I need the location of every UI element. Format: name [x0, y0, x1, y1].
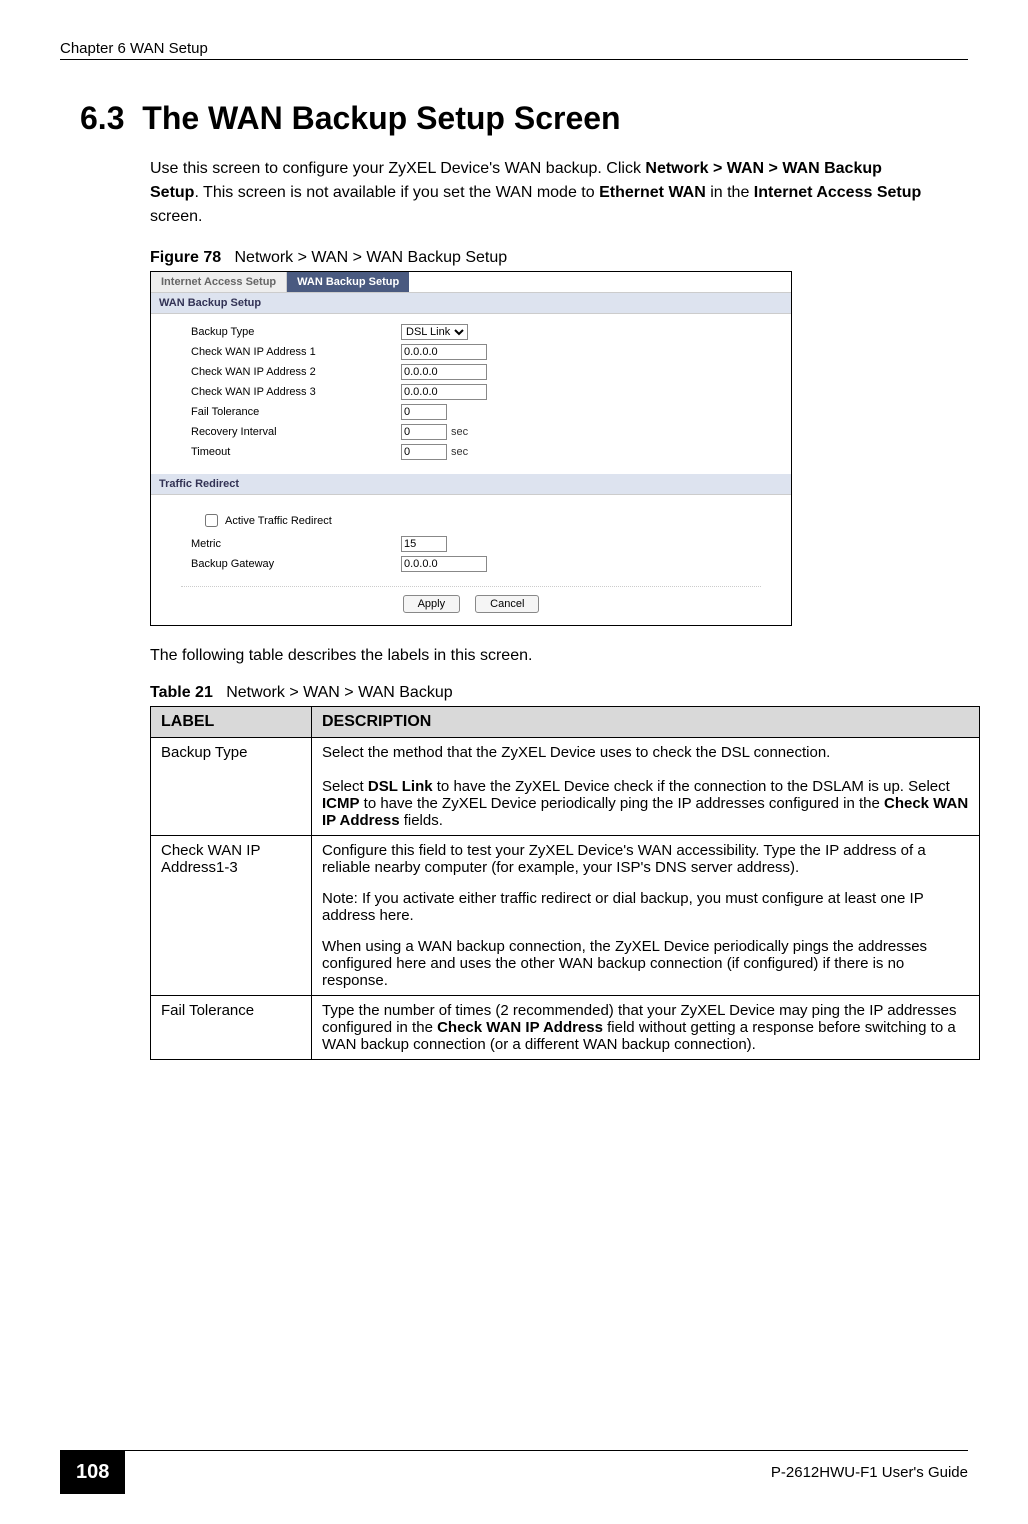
intro-bold-2: Ethernet WAN [599, 184, 706, 201]
label-backup-type: Backup Type [191, 326, 401, 338]
table-row: Check WAN IP Address1-3 Configure this f… [151, 836, 980, 996]
table-row: Backup Type Select the method that the Z… [151, 738, 980, 836]
th-description: DESCRIPTION [312, 707, 980, 738]
section-title: The WAN Backup Setup Screen [142, 100, 620, 136]
row-active-traffic-redirect: Active Traffic Redirect [191, 505, 751, 536]
intro-text-4: screen. [150, 208, 202, 225]
desc-bold: DSL Link [368, 778, 433, 795]
desc-text: Select [322, 778, 368, 795]
row-backup-gateway: Backup Gateway [191, 556, 751, 572]
cancel-button[interactable]: Cancel [475, 595, 539, 613]
select-backup-type[interactable]: DSL Link [401, 324, 468, 340]
desc-text: Configure this field to test your ZyXEL … [322, 842, 926, 876]
description-table: LABEL DESCRIPTION Backup Type Select the… [150, 706, 980, 1060]
label-check-ip-2: Check WAN IP Address 2 [191, 366, 401, 378]
label-active-traffic-redirect: Active Traffic Redirect [225, 515, 332, 527]
post-figure-text: The following table describes the labels… [150, 644, 928, 668]
intro-text-3: in the [706, 184, 754, 201]
table-row: Fail Tolerance Type the number of times … [151, 996, 980, 1060]
row-recovery-interval: Recovery Interval sec [191, 424, 751, 440]
section-header-traffic-redirect: Traffic Redirect [151, 474, 791, 495]
table-caption-text: Network > WAN > WAN Backup [226, 684, 452, 701]
guide-name: P-2612HWU-F1 User's Guide [771, 1464, 968, 1481]
figure-caption-text: Network > WAN > WAN Backup Setup [234, 249, 507, 266]
section-heading: 6.3 The WAN Backup Setup Screen [80, 100, 968, 137]
input-check-ip-3[interactable] [401, 384, 487, 400]
desc-text: fields. [400, 812, 443, 829]
row-backup-type: Backup Type DSL Link [191, 324, 751, 340]
intro-bold-3: Internet Access Setup [754, 184, 921, 201]
table-caption: Table 21 Network > WAN > WAN Backup [150, 684, 968, 702]
apply-button[interactable]: Apply [403, 595, 461, 613]
button-row: Apply Cancel [181, 586, 761, 625]
cell-description: Select the method that the ZyXEL Device … [312, 738, 980, 836]
page-footer: 108 P-2612HWU-F1 User's Guide [60, 1450, 968, 1494]
label-check-ip-3: Check WAN IP Address 3 [191, 386, 401, 398]
intro-paragraph: Use this screen to configure your ZyXEL … [150, 157, 928, 229]
input-fail-tolerance[interactable] [401, 404, 447, 420]
figure-caption: Figure 78 Network > WAN > WAN Backup Set… [150, 249, 968, 267]
page-header: Chapter 6 WAN Setup [60, 40, 968, 60]
cell-label: Check WAN IP Address1-3 [151, 836, 312, 996]
page-number: 108 [60, 1451, 125, 1494]
label-fail-tolerance: Fail Tolerance [191, 406, 401, 418]
label-recovery-interval: Recovery Interval [191, 426, 401, 438]
checkbox-active-traffic-redirect[interactable] [205, 514, 218, 527]
desc-bold: Check WAN IP Address [437, 1019, 603, 1036]
table-header-row: LABEL DESCRIPTION [151, 707, 980, 738]
section-number: 6.3 [80, 100, 124, 136]
desc-note: Note: If you activate either traffic red… [322, 890, 969, 924]
desc-text: When using a WAN backup connection, the … [322, 938, 927, 989]
label-check-ip-1: Check WAN IP Address 1 [191, 346, 401, 358]
input-recovery-interval[interactable] [401, 424, 447, 440]
form-traffic-redirect: Active Traffic Redirect Metric Backup Ga… [151, 495, 791, 586]
row-timeout: Timeout sec [191, 444, 751, 460]
desc-text: to have the ZyXEL Device periodically pi… [360, 795, 884, 812]
desc-text: Select the method that the ZyXEL Device … [322, 744, 830, 761]
input-metric[interactable] [401, 536, 447, 552]
intro-text-2: . This screen is not available if you se… [194, 184, 599, 201]
desc-bold: ICMP [322, 795, 360, 812]
input-check-ip-1[interactable] [401, 344, 487, 360]
chapter-title: Chapter 6 WAN Setup [60, 40, 208, 57]
unit-recovery: sec [451, 426, 468, 438]
input-backup-gateway[interactable] [401, 556, 487, 572]
table-label: Table 21 [150, 684, 213, 701]
row-metric: Metric [191, 536, 751, 552]
desc-text: to have the ZyXEL Device check if the co… [433, 778, 950, 795]
form-wan-backup: Backup Type DSL Link Check WAN IP Addres… [151, 314, 791, 474]
label-metric: Metric [191, 538, 401, 550]
cell-description: Type the number of times (2 recommended)… [312, 996, 980, 1060]
tab-bar: Internet Access Setup WAN Backup Setup [151, 272, 791, 293]
row-check-ip-3: Check WAN IP Address 3 [191, 384, 751, 400]
input-check-ip-2[interactable] [401, 364, 487, 380]
figure-label: Figure 78 [150, 249, 221, 266]
row-check-ip-1: Check WAN IP Address 1 [191, 344, 751, 360]
label-timeout: Timeout [191, 446, 401, 458]
cell-description: Configure this field to test your ZyXEL … [312, 836, 980, 996]
intro-text-1: Use this screen to configure your ZyXEL … [150, 160, 645, 177]
screenshot-container: Internet Access Setup WAN Backup Setup W… [150, 271, 792, 626]
tab-internet-access-setup[interactable]: Internet Access Setup [151, 272, 287, 292]
row-check-ip-2: Check WAN IP Address 2 [191, 364, 751, 380]
row-fail-tolerance: Fail Tolerance [191, 404, 751, 420]
cell-label: Fail Tolerance [151, 996, 312, 1060]
input-timeout[interactable] [401, 444, 447, 460]
label-backup-gateway: Backup Gateway [191, 558, 401, 570]
tab-wan-backup-setup[interactable]: WAN Backup Setup [287, 272, 409, 292]
unit-timeout: sec [451, 446, 468, 458]
th-label: LABEL [151, 707, 312, 738]
section-header-wan-backup: WAN Backup Setup [151, 293, 791, 314]
cell-label: Backup Type [151, 738, 312, 836]
